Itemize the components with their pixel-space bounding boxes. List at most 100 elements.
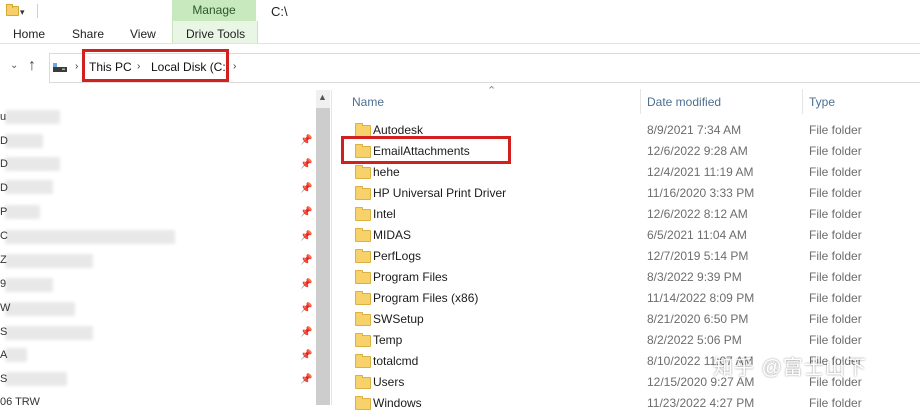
file-row[interactable]: Program Files (x86) 11/14/2022 8:09 PM Fil…: [340, 288, 920, 309]
pin-icon[interactable]: 📌: [300, 159, 312, 170]
file-date: 12/6/2022 8:12 AM: [647, 207, 748, 221]
file-name: hehe: [373, 165, 400, 179]
chevron-right-icon[interactable]: ›: [233, 61, 236, 72]
nav-item-letter: D: [0, 182, 8, 194]
folder-icon: [355, 354, 371, 368]
tab-home[interactable]: Home: [13, 27, 45, 41]
file-type: File folder: [809, 312, 862, 326]
file-date: 8/21/2020 6:50 PM: [647, 312, 749, 326]
nav-item-letter: C: [0, 230, 8, 242]
file-type: File folder: [809, 165, 862, 179]
pin-icon[interactable]: 📌: [300, 231, 312, 242]
file-date: 8/3/2022 9:39 PM: [647, 270, 742, 284]
folder-icon: [355, 186, 371, 200]
folder-icon: [355, 270, 371, 284]
file-row[interactable]: PerfLogs 12/7/2019 5:14 PM File folder: [340, 246, 920, 267]
chevron-down-icon[interactable]: ⌄: [10, 60, 18, 71]
file-type: File folder: [809, 186, 862, 200]
watermark: 知乎 @富士山下: [713, 357, 867, 379]
file-type: File folder: [809, 291, 862, 305]
scroll-up-arrow-icon[interactable]: ▲: [318, 92, 327, 102]
folder-icon[interactable]: [6, 4, 19, 16]
folder-icon: [355, 207, 371, 221]
file-name: Users: [373, 375, 405, 389]
file-row[interactable]: Program Files 8/3/2022 9:39 PM File folder: [340, 267, 920, 288]
file-date: 8/2/2022 5:06 PM: [647, 333, 742, 347]
folder-icon: [355, 291, 371, 305]
column-header-date-modified[interactable]: Date modified: [647, 95, 721, 109]
file-name: SWSetup: [373, 312, 424, 326]
file-name: Program Files (x86): [373, 291, 479, 305]
file-name: PerfLogs: [373, 249, 422, 263]
file-name: totalcmd: [373, 354, 419, 368]
file-row[interactable]: SWSetup 8/21/2020 6:50 PM File folder: [340, 309, 920, 330]
folder-icon: [355, 375, 371, 389]
column-divider[interactable]: [640, 89, 641, 114]
pin-icon[interactable]: 📌: [300, 374, 312, 385]
folder-icon: [355, 249, 371, 263]
file-type: File folder: [809, 270, 862, 284]
file-date: 8/9/2021 7:34 AM: [647, 123, 742, 137]
file-name: Program Files: [373, 270, 448, 284]
pin-icon[interactable]: 📌: [300, 327, 312, 338]
file-name: MIDAS: [373, 228, 412, 242]
folder-icon: [355, 312, 371, 326]
pin-icon[interactable]: 📌: [300, 350, 312, 361]
tab-manage[interactable]: Manage: [172, 0, 256, 21]
column-header-name[interactable]: Name: [352, 95, 384, 109]
pin-icon[interactable]: 📌: [300, 255, 312, 266]
chevron-right-icon[interactable]: ›: [75, 61, 78, 72]
file-row[interactable]: Windows 11/23/2022 4:27 PM File folder: [340, 393, 920, 414]
file-type: File folder: [809, 144, 862, 158]
nav-item-letter: W: [0, 302, 11, 314]
file-name: HP Universal Print Driver: [373, 186, 507, 200]
nav-item-label[interactable]: 06 TRW: [0, 396, 40, 408]
folder-icon: [355, 396, 371, 410]
quick-access-dropdown-icon[interactable]: ▾: [20, 7, 25, 18]
ribbon: ▾ Manage C:\ Home Share View Drive Tools: [0, 0, 920, 44]
file-date: 11/16/2020 3:33 PM: [647, 186, 755, 200]
file-row[interactable]: HP Universal Print Driver 11/16/2020 3:33…: [340, 183, 920, 204]
file-type: File folder: [809, 228, 862, 242]
file-row[interactable]: Intel 12/6/2022 8:12 AM File folder: [340, 204, 920, 225]
nav-item-letter: S: [0, 373, 8, 385]
pin-icon[interactable]: 📌: [300, 183, 312, 194]
file-date: 6/5/2021 11:04 AM: [647, 228, 747, 242]
toolbar-divider: [37, 4, 38, 18]
tab-drive-tools[interactable]: Drive Tools: [186, 27, 245, 41]
navigation-pane[interactable]: u D D D P C Z 9 W S A S 06 TRW 📌 📌 📌 📌 📌…: [0, 90, 316, 408]
pin-icon[interactable]: 📌: [300, 207, 312, 218]
pin-icon[interactable]: 📌: [300, 279, 312, 290]
tab-share[interactable]: Share: [72, 27, 104, 41]
folder-icon: [355, 228, 371, 242]
folder-icon: [355, 333, 371, 347]
file-row[interactable]: Temp 8/2/2022 5:06 PM File folder: [340, 330, 920, 351]
file-row[interactable]: hehe 12/4/2021 11:19 AM File folder: [340, 162, 920, 183]
file-row[interactable]: MIDAS 6/5/2021 11:04 AM File folder: [340, 225, 920, 246]
up-arrow-icon[interactable]: ↑: [28, 57, 36, 75]
nav-item-letter: Z: [0, 254, 7, 266]
file-name: Autodesk: [373, 123, 424, 137]
file-type: File folder: [809, 123, 862, 137]
file-date: 11/14/2022 8:09 PM: [647, 291, 755, 305]
pin-icon[interactable]: 📌: [300, 303, 312, 314]
file-date: 12/4/2021 11:19 AM: [647, 165, 754, 179]
highlight-box-emailattachments: [341, 136, 511, 164]
nav-scrollbar-thumb[interactable]: [316, 108, 330, 405]
folder-icon: [355, 165, 371, 179]
file-name: Temp: [373, 333, 403, 347]
sort-ascending-icon: ⌃: [487, 85, 497, 97]
pin-icon[interactable]: 📌: [300, 135, 312, 146]
file-date: 12/7/2019 5:14 PM: [647, 249, 749, 263]
file-type: File folder: [809, 249, 862, 263]
file-name: Windows: [373, 396, 422, 410]
column-header-type[interactable]: Type: [809, 95, 835, 109]
tab-view[interactable]: View: [130, 27, 156, 41]
file-name: Intel: [373, 207, 396, 221]
file-type: File folder: [809, 207, 862, 221]
pane-divider[interactable]: [331, 90, 332, 405]
nav-item-letter: P: [0, 206, 8, 218]
column-divider[interactable]: [802, 89, 803, 114]
nav-item-letter: D: [0, 158, 8, 170]
file-type: File folder: [809, 396, 862, 410]
